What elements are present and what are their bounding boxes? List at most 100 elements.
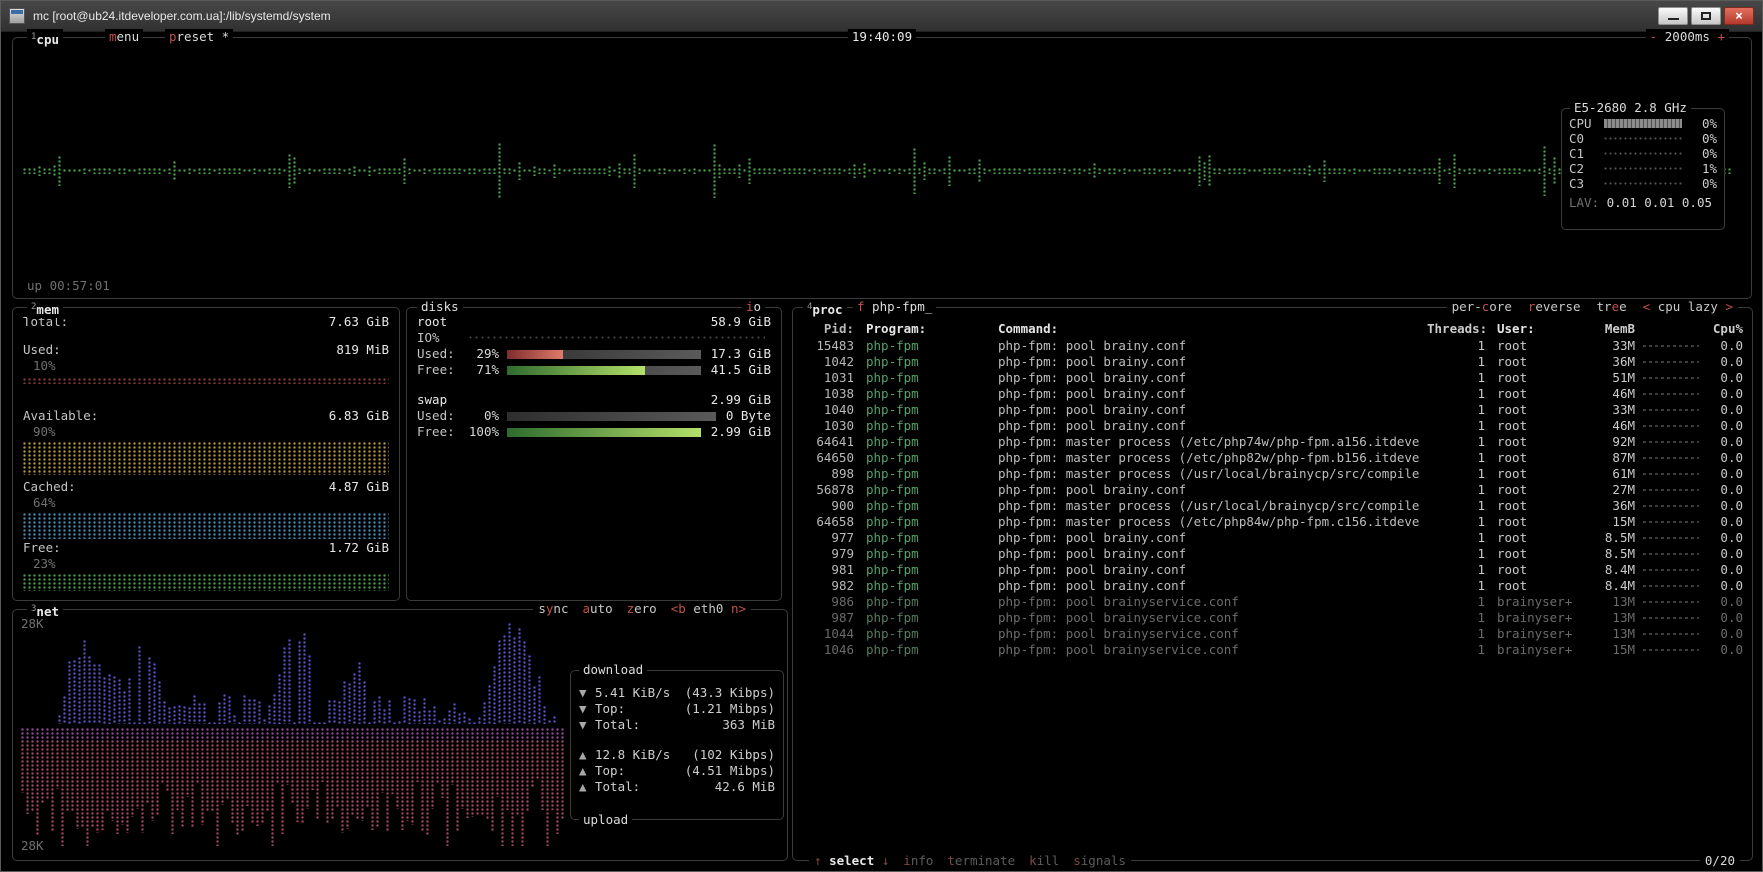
process-user: brainyser+ (1497, 626, 1589, 642)
header-program[interactable]: Program: (866, 321, 984, 337)
proc-footer: ↑ select ↓ info terminate kill signals (809, 853, 1131, 869)
download-arrow-icon: ▼ (579, 685, 595, 701)
io-mode-toggle[interactable]: io (742, 299, 765, 315)
mem-box: 2mem Total:7.63 GiB Used:819 MiB 10% Ava… (12, 307, 400, 601)
process-row[interactable]: 1038 php-fpm php-fpm: pool brainy.conf 1… (802, 386, 1743, 402)
process-mem: 46M (1589, 386, 1635, 402)
minimize-icon (1668, 18, 1679, 20)
process-row[interactable]: 15483 php-fpm php-fpm: pool brainy.conf … (802, 338, 1743, 354)
zero-toggle[interactable]: zero (627, 601, 657, 617)
select-control[interactable]: ↑ select ↓ (814, 853, 889, 869)
mem-box-title[interactable]: 2mem (27, 299, 63, 318)
process-row[interactable]: 64650 php-fpm php-fpm: master process (/… (802, 450, 1743, 466)
process-cpu: 0.0 (1699, 386, 1743, 402)
process-program: php-fpm (866, 418, 984, 434)
mem-free-percent: 23% (23, 556, 389, 572)
download-stat-row: ▼ Total: 363 MiB (571, 717, 783, 733)
auto-toggle[interactable]: auto (582, 601, 612, 617)
header-pid[interactable]: Pid: (802, 321, 854, 337)
minimize-button[interactable] (1658, 7, 1688, 25)
process-mem-graph (1643, 546, 1699, 562)
process-threads: 1 (1427, 386, 1485, 402)
cpu-box-title[interactable]: 1cpu (27, 29, 63, 48)
interface-selector[interactable]: <b eth0 n> (671, 601, 746, 617)
process-pid: 15483 (802, 338, 854, 354)
sort-prev[interactable]: < (1643, 299, 1651, 314)
process-row[interactable]: 1040 php-fpm php-fpm: pool brainy.conf 1… (802, 402, 1743, 418)
disk-used-bar (507, 350, 701, 359)
kill-action[interactable]: kill (1029, 853, 1059, 869)
process-threads: 1 (1427, 578, 1485, 594)
process-user: root (1497, 450, 1589, 466)
upload-rows: ▲ 12.8 KiB/s (102 Kibps) ▲ Top: (4.51 Mi… (571, 747, 783, 795)
mem-cached-percent: 64% (23, 495, 389, 511)
process-cpu: 0.0 (1699, 370, 1743, 386)
info-action[interactable]: info (903, 853, 933, 869)
signals-action[interactable]: signals (1073, 853, 1126, 869)
proc-box-title[interactable]: 4proc (803, 299, 847, 318)
process-threads: 1 (1427, 498, 1485, 514)
process-cpu: 0.0 (1699, 338, 1743, 354)
header-command[interactable]: Command: (998, 321, 1427, 337)
header-user[interactable]: User: (1497, 321, 1589, 337)
process-mem: 36M (1589, 354, 1635, 370)
process-row[interactable]: 1031 php-fpm php-fpm: pool brainy.conf 1… (802, 370, 1743, 386)
tree-toggle[interactable]: tree (1597, 299, 1627, 315)
process-row[interactable]: 64641 php-fpm php-fpm: master process (/… (802, 434, 1743, 450)
process-row[interactable]: 64658 php-fpm php-fpm: master process (/… (802, 514, 1743, 530)
process-row[interactable]: 987 php-fpm php-fpm: pool brainyservice.… (802, 610, 1743, 626)
interval-increase[interactable]: + (1717, 29, 1725, 44)
next-interface[interactable]: > (738, 601, 746, 616)
sort-next[interactable]: > (1725, 299, 1733, 314)
process-mem-graph (1643, 354, 1699, 370)
process-row[interactable]: 1042 php-fpm php-fpm: pool brainy.conf 1… (802, 354, 1743, 370)
header-threads[interactable]: Threads: (1427, 321, 1485, 337)
process-row[interactable]: 979 php-fpm php-fpm: pool brainy.conf 1 … (802, 546, 1743, 562)
menu-button[interactable]: menu (105, 29, 143, 45)
per-core-toggle[interactable]: per-core (1452, 299, 1512, 315)
process-row[interactable]: 900 php-fpm php-fpm: master process (/us… (802, 498, 1743, 514)
sync-toggle[interactable]: sync (538, 601, 568, 617)
process-threads: 1 (1427, 482, 1485, 498)
process-pid: 64641 (802, 434, 854, 450)
header-cpu[interactable]: Cpu% (1699, 321, 1743, 337)
process-row[interactable]: 977 php-fpm php-fpm: pool brainy.conf 1 … (802, 530, 1743, 546)
titlebar[interactable]: mc [root@ub24.itdeveloper.com.ua]:/lib/s… (1, 1, 1762, 32)
process-row[interactable]: 981 php-fpm php-fpm: pool brainy.conf 1 … (802, 562, 1743, 578)
reverse-toggle[interactable]: reverse (1528, 299, 1581, 315)
process-threads: 1 (1427, 338, 1485, 354)
process-mem-graph (1643, 418, 1699, 434)
process-mem: 33M (1589, 338, 1635, 354)
core-value: 0% (1687, 146, 1717, 162)
core-label: C2 (1569, 161, 1599, 177)
process-row[interactable]: 1044 php-fpm php-fpm: pool brainyservice… (802, 626, 1743, 642)
process-row[interactable]: 898 php-fpm php-fpm: master process (/us… (802, 466, 1743, 482)
process-program: php-fpm (866, 642, 984, 658)
terminate-action[interactable]: terminate (947, 853, 1015, 869)
close-button[interactable]: × (1724, 7, 1754, 25)
process-row[interactable]: 986 php-fpm php-fpm: pool brainyservice.… (802, 594, 1743, 610)
preset-button[interactable]: preset * (165, 29, 233, 45)
process-filter-input[interactable]: f php-fpm_ (853, 299, 936, 315)
process-command: php-fpm: master process (/usr/local/brai… (998, 466, 1427, 482)
proc-box: 4proc f php-fpm_ per-core reverse tree <… (792, 307, 1753, 861)
process-user: root (1497, 466, 1589, 482)
swap-used-bar (507, 412, 716, 421)
interval-decrease[interactable]: - (1650, 29, 1658, 44)
process-row[interactable]: 56878 php-fpm php-fpm: pool brainy.conf … (802, 482, 1743, 498)
sort-selector[interactable]: < cpu lazy > (1643, 299, 1733, 315)
process-row[interactable]: 1046 php-fpm php-fpm: pool brainyservice… (802, 642, 1743, 658)
process-threads: 1 (1427, 642, 1485, 658)
process-mem: 13M (1589, 594, 1635, 610)
process-cpu: 0.0 (1699, 562, 1743, 578)
process-row[interactable]: 1030 php-fpm php-fpm: pool brainy.conf 1… (802, 418, 1743, 434)
process-row[interactable]: 982 php-fpm php-fpm: pool brainy.conf 1 … (802, 578, 1743, 594)
maximize-button[interactable] (1691, 7, 1721, 25)
process-threads: 1 (1427, 530, 1485, 546)
header-memb[interactable]: MemB (1589, 321, 1635, 337)
refresh-interval-control[interactable]: - 2000ms + (1646, 29, 1729, 45)
mem-free-row: Free:1.72 GiB (23, 540, 389, 556)
process-pid: 64650 (802, 450, 854, 466)
process-program: php-fpm (866, 402, 984, 418)
swap-name-row: swap2.99 GiB (417, 392, 771, 408)
